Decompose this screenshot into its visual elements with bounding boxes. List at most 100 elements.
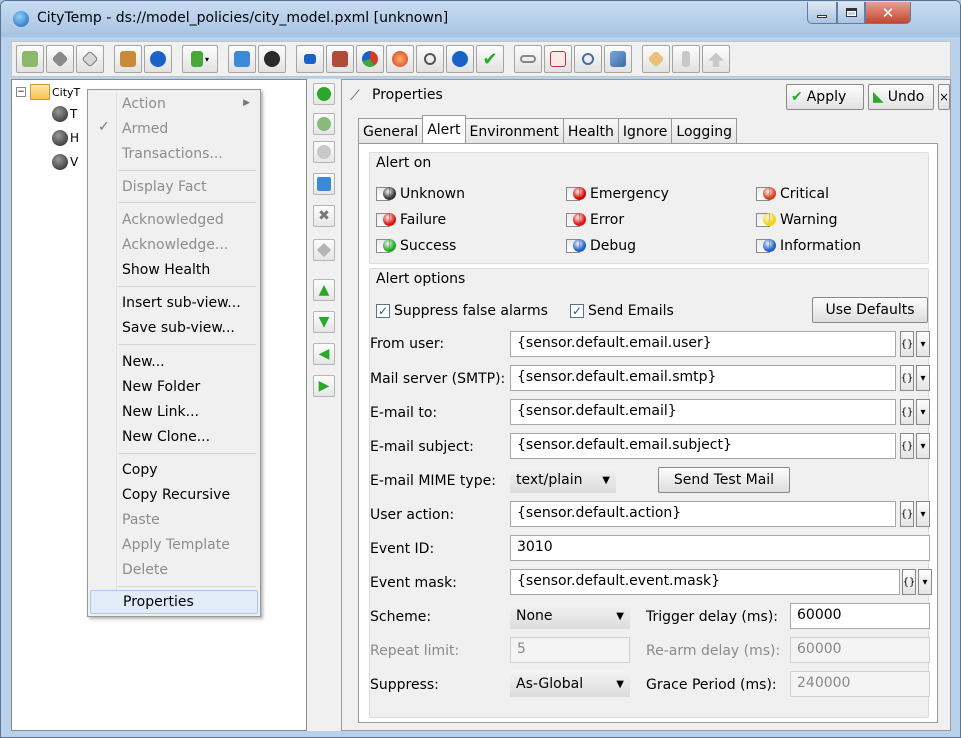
close-properties-button[interactable]: × <box>938 84 950 110</box>
tab-general[interactable]: General <box>358 118 424 144</box>
from-user-input[interactable]: {sensor.default.email.user} <box>510 331 896 357</box>
mail-server-input[interactable]: {sensor.default.email.smtp} <box>510 365 896 391</box>
apply-button[interactable]: ✔ Apply <box>786 84 864 110</box>
toolbar-button-link[interactable] <box>514 45 542 73</box>
close-window-button[interactable]: ✕ <box>865 2 911 24</box>
toolbar-button-properties[interactable] <box>604 45 632 73</box>
toolbar-button-diamond[interactable] <box>46 45 74 73</box>
toolbar-button-alarm[interactable] <box>386 45 414 73</box>
mail-server-variable-button[interactable]: {} <box>900 365 914 391</box>
menu-item-save-sub-view[interactable]: Save sub-view... <box>90 316 258 340</box>
suppress-false-alarms-checkbox[interactable]: ✓ Suppress false alarms <box>376 301 548 321</box>
minimize-button[interactable] <box>807 2 837 24</box>
toolbar-button-globe[interactable] <box>258 45 286 73</box>
alert-unknown-checkbox[interactable]: Unknown <box>376 183 465 205</box>
alert-debug-checkbox[interactable]: Debug <box>566 235 636 257</box>
menu-item-acknowledge[interactable]: Acknowledge... <box>90 233 258 257</box>
menu-item-action[interactable]: Action ▶ <box>90 92 258 116</box>
menu-item-transactions[interactable]: Transactions... <box>90 142 258 166</box>
email-subject-dropdown-button[interactable]: ▾ <box>916 433 930 459</box>
tab-ignore[interactable]: Ignore <box>617 118 673 144</box>
user-action-input[interactable]: {sensor.default.action} <box>510 501 896 527</box>
tree-item[interactable]: H <box>12 128 79 148</box>
export-button[interactable] <box>313 173 335 195</box>
alert-critical-checkbox[interactable]: Critical <box>756 183 829 205</box>
link-button[interactable] <box>313 141 335 163</box>
move-down-button[interactable]: ▼ <box>313 311 335 333</box>
event-mask-input[interactable]: {sensor.default.event.mask} <box>510 569 900 595</box>
from-user-dropdown-button[interactable]: ▾ <box>916 331 930 357</box>
rearm-delay-input[interactable]: 60000 <box>790 637 930 663</box>
menu-item-copy[interactable]: Copy <box>90 458 258 482</box>
undo-button[interactable]: ◣ Undo <box>868 84 934 110</box>
toolbar-button-open[interactable] <box>16 45 44 73</box>
toolbar-button-flag[interactable] <box>296 45 324 73</box>
send-test-mail-button[interactable]: Send Test Mail <box>658 467 790 493</box>
add-button[interactable] <box>313 83 335 105</box>
send-emails-checkbox[interactable]: ✓ Send Emails <box>570 301 674 321</box>
menu-item-new-link[interactable]: New Link... <box>90 400 258 424</box>
toolbar-button-arrow[interactable] <box>702 45 730 73</box>
toolbar-button-package[interactable] <box>114 45 142 73</box>
alert-emergency-checkbox[interactable]: Emergency <box>566 183 669 205</box>
alert-information-checkbox[interactable]: Information <box>756 235 861 257</box>
menu-item-paste[interactable]: Paste <box>90 508 258 532</box>
alert-failure-checkbox[interactable]: Failure <box>376 209 446 231</box>
menu-item-insert-sub-view[interactable]: Insert sub-view... <box>90 291 258 315</box>
user-action-dropdown-button[interactable]: ▾ <box>916 501 930 527</box>
toolbar-button-info[interactable] <box>446 45 474 73</box>
tab-health[interactable]: Health <box>562 118 619 144</box>
collapse-icon[interactable]: − <box>16 87 26 97</box>
mail-server-dropdown-button[interactable]: ▾ <box>916 365 930 391</box>
tab-environment[interactable]: Environment <box>464 118 564 144</box>
toolbar-button-tools[interactable] <box>326 45 354 73</box>
toolbar-button-pie[interactable] <box>356 45 384 73</box>
trigger-delay-input[interactable]: 60000 <box>790 603 930 629</box>
toolbar-button-plug[interactable] <box>672 45 700 73</box>
repeat-limit-input[interactable]: 5 <box>510 637 630 663</box>
mime-type-select[interactable]: text/plain ▼ <box>510 467 616 493</box>
event-id-input[interactable]: 3010 <box>510 535 930 561</box>
menu-item-copy-recursive[interactable]: Copy Recursive <box>90 483 258 507</box>
tree-item[interactable]: V <box>12 152 78 172</box>
menu-item-acknowledged[interactable]: Acknowledged <box>90 208 258 232</box>
toolbar-button-tag[interactable] <box>76 45 104 73</box>
toolbar-button-calendar[interactable] <box>544 45 572 73</box>
toolbar-button-search[interactable] <box>416 45 444 73</box>
move-right-button[interactable]: ▶ <box>313 375 335 397</box>
menu-item-show-health[interactable]: Show Health <box>90 258 258 282</box>
menu-item-properties[interactable]: Properties <box>90 590 258 614</box>
toolbar-button-download[interactable]: ▾ <box>182 45 218 73</box>
move-left-button[interactable]: ◀ <box>313 343 335 365</box>
tree-root[interactable]: − CityT <box>16 82 80 102</box>
suppress-select[interactable]: As-Global ▼ <box>510 671 630 697</box>
menu-item-new-clone[interactable]: New Clone... <box>90 425 258 449</box>
toolbar-button-tag2[interactable] <box>642 45 670 73</box>
email-to-dropdown-button[interactable]: ▾ <box>916 399 930 425</box>
grace-period-input[interactable]: 240000 <box>790 671 930 697</box>
menu-item-apply-template[interactable]: Apply Template <box>90 533 258 557</box>
email-to-input[interactable]: {sensor.default.email} <box>510 399 896 425</box>
move-up-button[interactable]: ▲ <box>313 279 335 301</box>
tag-button[interactable] <box>313 239 335 261</box>
alert-success-checkbox[interactable]: Success <box>376 235 456 257</box>
maximize-button[interactable] <box>837 2 865 24</box>
email-subject-variable-button[interactable]: {} <box>900 433 914 459</box>
scheme-select[interactable]: None ▼ <box>510 603 630 629</box>
event-mask-dropdown-button[interactable]: ▾ <box>918 569 932 595</box>
toolbar-button-play[interactable] <box>144 45 172 73</box>
use-defaults-button[interactable]: Use Defaults <box>812 297 928 323</box>
email-to-variable-button[interactable]: {} <box>900 399 914 425</box>
alert-error-checkbox[interactable]: Error <box>566 209 624 231</box>
menu-item-delete[interactable]: Delete <box>90 558 258 582</box>
from-user-variable-button[interactable]: {} <box>900 331 914 357</box>
tree-item[interactable]: T <box>12 104 77 124</box>
toolbar-button-users[interactable] <box>574 45 602 73</box>
menu-item-new-folder[interactable]: New Folder <box>90 375 258 399</box>
menu-item-new[interactable]: New... <box>90 350 258 374</box>
email-subject-input[interactable]: {sensor.default.email.subject} <box>510 433 896 459</box>
menu-item-armed[interactable]: ✓ Armed <box>90 117 258 141</box>
tab-alert[interactable]: Alert <box>422 115 466 143</box>
toolbar-button-check[interactable]: ✔ <box>476 45 504 73</box>
user-action-variable-button[interactable]: {} <box>900 501 914 527</box>
